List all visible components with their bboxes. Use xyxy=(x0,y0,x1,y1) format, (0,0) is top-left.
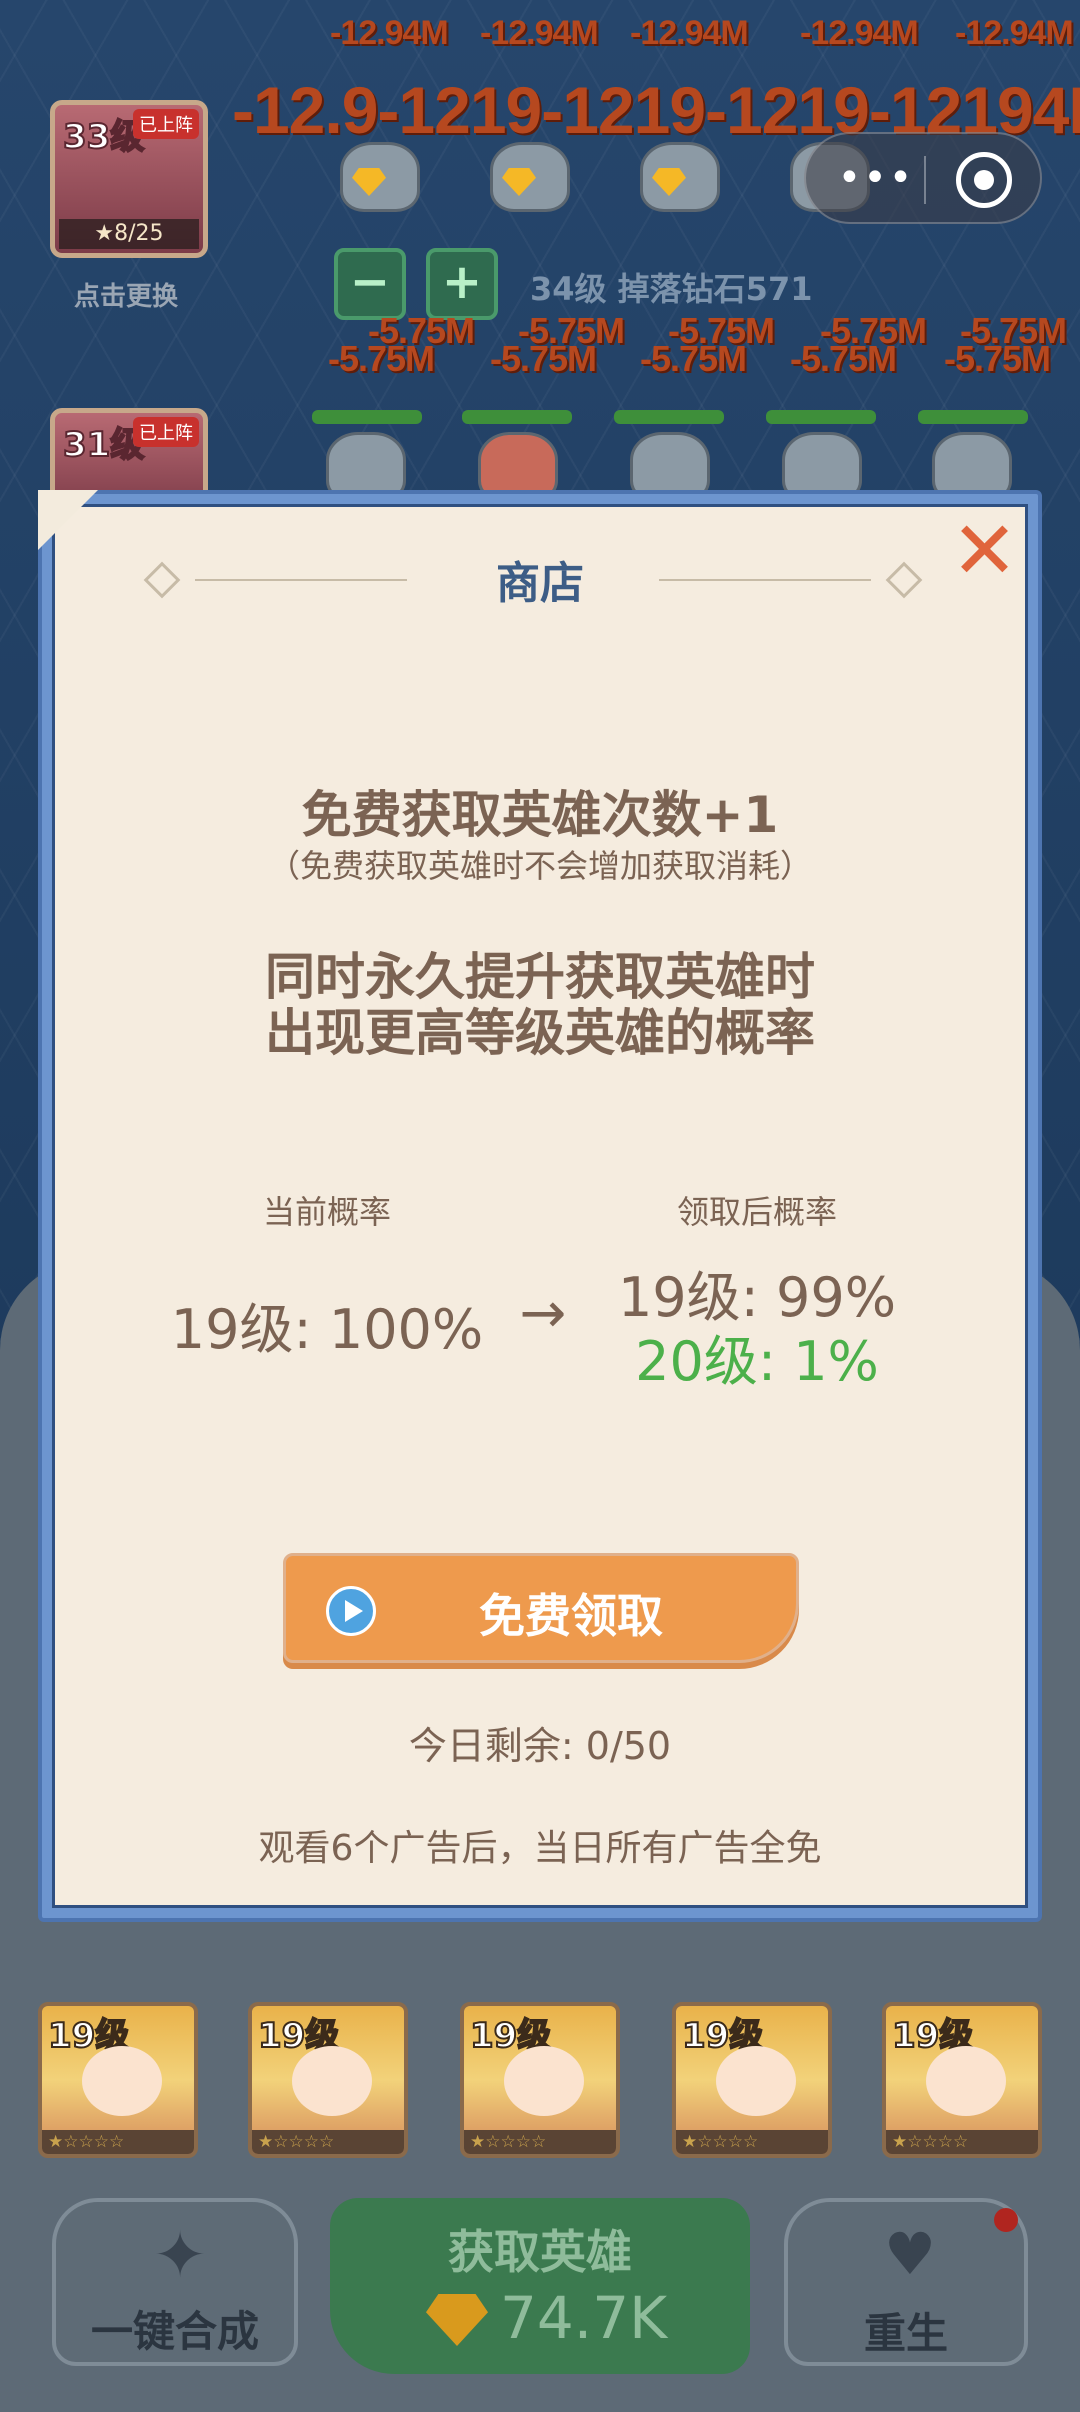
ad-note: 观看6个广告后，当日所有广告全免 xyxy=(258,1828,822,1869)
close-icon[interactable]: ✕ xyxy=(951,511,1018,591)
hero-stars: ★☆☆☆☆ xyxy=(252,2130,404,2154)
deployed-badge: 已上阵 xyxy=(133,109,199,139)
enemy-hp-bar xyxy=(462,410,572,424)
get-hero-button[interactable]: 获取英雄 74.7K xyxy=(330,2198,750,2374)
active-hero-portrait[interactable]: 33级 已上阵 ★8/25 xyxy=(50,100,208,258)
damage-number: -5.75M xyxy=(790,338,897,379)
reward-headline: 免费获取英雄次数+1 xyxy=(301,786,779,844)
arrow-right-icon: → xyxy=(519,1281,567,1346)
hero-avatar xyxy=(716,2046,796,2116)
hero-card[interactable]: 19级 ★☆☆☆☆ xyxy=(38,2002,198,2158)
hero-stars: ★☆☆☆☆ xyxy=(42,2130,194,2154)
reward-subline: （免费获取英雄时不会增加获取消耗） xyxy=(267,847,812,885)
deployed-badge: 已上阵 xyxy=(133,417,199,447)
after-prob-label: 领取后概率 xyxy=(676,1193,837,1231)
reward-description: 同时永久提升获取英雄时 出现更高等级英雄的概率 xyxy=(55,949,1025,1061)
damage-number: -12.94M xyxy=(480,14,599,52)
close-program-icon[interactable] xyxy=(956,152,1012,208)
notification-dot xyxy=(994,2208,1018,2232)
auto-merge-label: 一键合成 xyxy=(90,2307,259,2356)
free-claim-label: 免费领取 xyxy=(479,1589,663,1643)
shop-modal: 商店 ✕ 免费获取英雄次数+1 （免费获取英雄时不会增加获取消耗） 同时永久提升… xyxy=(52,504,1028,1908)
swap-hero-label[interactable]: 点击更换 xyxy=(74,276,178,313)
damage-number: -12.94M xyxy=(330,14,449,52)
after-prob-value-2: 20级: 1% xyxy=(635,1330,879,1393)
hero-avatar xyxy=(926,2046,1006,2116)
hero-avatar xyxy=(504,2046,584,2116)
damage-number: -12.94M xyxy=(955,14,1074,52)
damage-number: -12.94M xyxy=(800,14,919,52)
current-prob-label: 当前概率 xyxy=(262,1193,391,1231)
diamond-icon xyxy=(426,2294,488,2346)
hero-stars: ★☆☆☆☆ xyxy=(676,2130,828,2154)
modal-title: 商店 xyxy=(496,558,584,609)
hero-stars: ★☆☆☆☆ xyxy=(886,2130,1038,2154)
enemy-hp-bar xyxy=(918,410,1028,424)
hero-avatar xyxy=(82,2046,162,2116)
hero-card[interactable]: 19级 ★☆☆☆☆ xyxy=(672,2002,832,2158)
hero-card[interactable]: 19级 ★☆☆☆☆ xyxy=(460,2002,620,2158)
hero-stars: ★8/25 xyxy=(59,219,199,249)
level-drop-info: 34级 掉落钻石571 xyxy=(530,270,813,308)
current-prob-value: 19级: 100% xyxy=(170,1298,484,1361)
daily-remaining: 今日剩余: 0/50 xyxy=(408,1724,672,1768)
enemy-hp-bar xyxy=(766,410,876,424)
more-icon[interactable]: ••• xyxy=(836,158,916,198)
damage-number: -5.75M xyxy=(490,338,597,379)
sparkle-icon: ✦ xyxy=(153,2219,207,2293)
enemy-hp-bar xyxy=(614,410,724,424)
capsule-divider xyxy=(924,156,926,204)
heart-hands-icon: ♥ xyxy=(884,2220,936,2288)
rebirth-button[interactable]: ♥ 重生 xyxy=(784,2198,1028,2366)
auto-merge-button[interactable]: ✦ 一键合成 xyxy=(52,2198,298,2366)
hero-avatar xyxy=(292,2046,372,2116)
enemy-hp-bar xyxy=(312,410,422,424)
damage-number: -5.75M xyxy=(944,338,1051,379)
description-line: 同时永久提升获取英雄时 xyxy=(265,948,815,1006)
hero-card[interactable]: 19级 ★☆☆☆☆ xyxy=(882,2002,1042,2158)
free-claim-button[interactable]: 免费领取 xyxy=(283,1553,799,1663)
hero-stars: ★☆☆☆☆ xyxy=(464,2130,616,2154)
description-line: 出现更高等级英雄的概率 xyxy=(265,1004,815,1062)
damage-number: -5.75M xyxy=(328,338,435,379)
get-hero-cost: 74.7K xyxy=(500,2284,668,2352)
damage-number: -5.75M xyxy=(640,338,747,379)
rebirth-label: 重生 xyxy=(863,2309,948,2358)
damage-number: -12.94M xyxy=(630,14,749,52)
hero-card[interactable]: 19级 ★☆☆☆☆ xyxy=(248,2002,408,2158)
mini-program-capsule: ••• xyxy=(804,132,1042,224)
get-hero-label: 获取英雄 xyxy=(448,2225,632,2279)
